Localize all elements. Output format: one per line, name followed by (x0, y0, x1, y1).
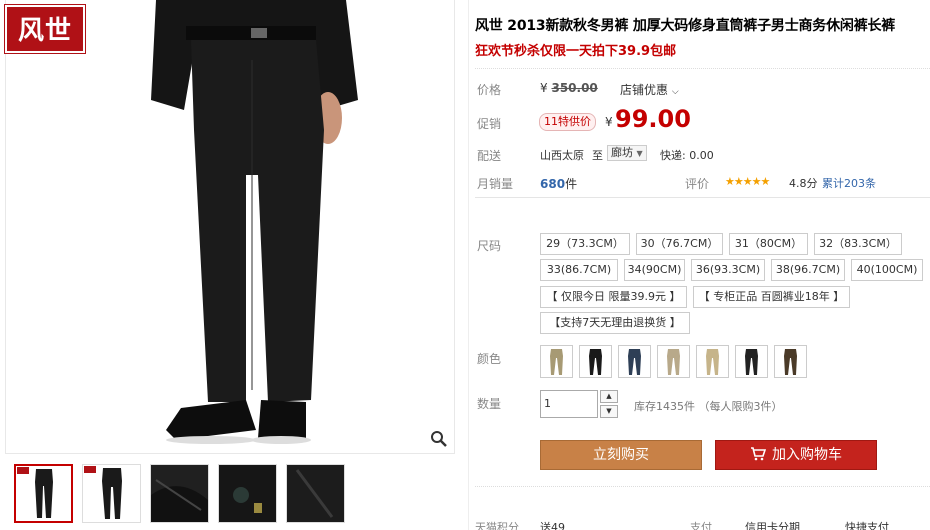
monthly-sales-unit: 件 (565, 177, 578, 191)
price-label: 价格 (477, 83, 502, 97)
color-swatch[interactable] (540, 345, 573, 378)
thumbnail-detail[interactable] (286, 464, 345, 523)
cart-icon (751, 446, 766, 460)
pants-back-icon (102, 468, 122, 519)
shipping-to: 至 (592, 149, 603, 162)
promo-currency: ¥ (605, 115, 613, 129)
size-label: 尺码 (477, 239, 502, 253)
color-swatch[interactable] (774, 345, 807, 378)
size-option[interactable]: 34(90CM) (624, 259, 685, 281)
brand-logo: 风世 (4, 4, 86, 54)
add-to-cart-button[interactable]: 加入购物车 (715, 440, 877, 470)
pants-swatch-icon (706, 349, 719, 375)
pants-swatch-icon (628, 349, 641, 375)
buy-now-button[interactable]: 立刻购买 (540, 440, 702, 470)
payment-label: 支付 (690, 521, 712, 530)
quick-pay[interactable]: 快捷支付 (845, 519, 889, 530)
pocket-detail-icon (219, 465, 276, 522)
thumbnail-back[interactable] (82, 464, 141, 523)
points-value: 送49 (540, 521, 565, 530)
quantity-decrease-button[interactable]: ▼ (600, 405, 618, 418)
pants-swatch-icon (784, 349, 797, 375)
size-option[interactable]: 40(100CM) (851, 259, 923, 281)
pants-swatch-icon (550, 349, 563, 375)
chevron-down-icon: ▼ (636, 149, 643, 158)
thumbnail-fabric[interactable] (150, 464, 209, 523)
size-option[interactable]: 【 专柜正品 百圆裤业18年 】 (693, 286, 850, 308)
color-swatch[interactable] (657, 345, 690, 378)
review-count-link[interactable]: 累计203条 (822, 175, 876, 191)
product-info-panel: 风世 2013新款秋冬男裤 加厚大码修身直筒裤子男士商务休闲裤长裤 狂欢节秒杀仅… (475, 0, 930, 530)
add-to-cart-label: 加入购物车 (772, 447, 842, 463)
quantity-increase-button[interactable]: ▲ (600, 390, 618, 403)
original-price: ¥ 350.00 (540, 81, 598, 95)
credit-installment[interactable]: 信用卡分期 (745, 519, 800, 530)
fabric-detail-icon (151, 465, 208, 522)
color-swatch[interactable] (735, 345, 768, 378)
pants-swatch-icon (745, 349, 758, 375)
zoom-icon[interactable] (428, 429, 450, 449)
shipping-origin: 山西太原 (540, 149, 584, 162)
monthly-sales-label: 月销量 (477, 177, 514, 191)
express-fee: 快递: 0.00 (660, 149, 714, 162)
destination-select[interactable]: 廊坊 ▼ (607, 145, 647, 161)
stock-info: 库存1435件 （每人限购3件） (634, 400, 783, 413)
size-option[interactable]: 【支持7天无理由退换货 】 (540, 312, 690, 334)
model-in-black-pants-image (151, 0, 358, 444)
shipping-label: 配送 (477, 149, 502, 163)
original-currency: ¥ (540, 81, 548, 95)
thumbnail-front[interactable] (14, 464, 73, 523)
pants-swatch-icon (667, 349, 680, 375)
brand-tag-icon (84, 466, 96, 473)
size-option[interactable]: 30（76.7CM） (636, 233, 723, 255)
monthly-sales: 680件 (540, 175, 577, 192)
shop-discount-dropdown[interactable]: 店铺优惠 ⌵ (620, 81, 679, 98)
main-product-image[interactable] (5, 0, 455, 454)
bottom-service-row: 天猫积分 送49 支付 信用卡分期 快捷支付 (475, 486, 930, 530)
price-meta-box: 价格 ¥ 350.00 店铺优惠 ⌵ 促销 11特供价 ¥ 99.00 配送 山… (475, 68, 930, 198)
seam-detail-icon (287, 465, 344, 522)
pants-swatch-icon (589, 349, 602, 375)
promo-tag: 11特供价 (539, 113, 596, 131)
points-label: 天猫积分 (475, 521, 519, 530)
promo-price: 99.00 (615, 105, 691, 133)
product-subtitle: 狂欢节秒杀仅限一天拍下39.9包邮 (475, 44, 677, 59)
color-swatch[interactable] (696, 345, 729, 378)
monthly-sales-count: 680 (540, 177, 566, 191)
rating-score: 4.8分 (789, 177, 818, 190)
product-gallery: 风世 (0, 0, 460, 530)
quantity-input[interactable]: 1 (540, 390, 598, 418)
rating-stars-icon: ★★★★★ (725, 175, 770, 188)
shop-discount-label: 店铺优惠 (620, 83, 669, 97)
rating-label: 评价 (685, 177, 710, 191)
size-option[interactable]: 36(93.3CM) (691, 259, 765, 281)
product-title: 风世 2013新款秋冬男裤 加厚大码修身直筒裤子男士商务休闲裤长裤 (475, 18, 896, 34)
size-option[interactable]: 33(86.7CM) (540, 259, 618, 281)
original-price-value: 350.00 (551, 81, 598, 95)
promo-label: 促销 (477, 117, 502, 131)
brand-tag-icon (17, 467, 29, 474)
thumbnail-pocket[interactable] (218, 464, 277, 523)
quantity-label: 数量 (477, 397, 502, 411)
color-swatch[interactable] (579, 345, 612, 378)
size-option[interactable]: 31（80CM） (729, 233, 808, 255)
chevron-down-icon: ⌵ (671, 87, 679, 97)
size-option[interactable]: 38(96.7CM) (771, 259, 845, 281)
column-divider (468, 0, 469, 530)
size-option[interactable]: 【 仅限今日 限量39.9元 】 (540, 286, 687, 308)
destination-value: 廊坊 (611, 146, 633, 159)
size-option[interactable]: 29（73.3CM） (540, 233, 630, 255)
color-swatch[interactable] (618, 345, 651, 378)
color-label: 颜色 (477, 352, 502, 366)
pants-front-icon (35, 469, 53, 518)
size-option[interactable]: 32（83.3CM） (814, 233, 902, 255)
thumbnail-strip (14, 464, 345, 523)
